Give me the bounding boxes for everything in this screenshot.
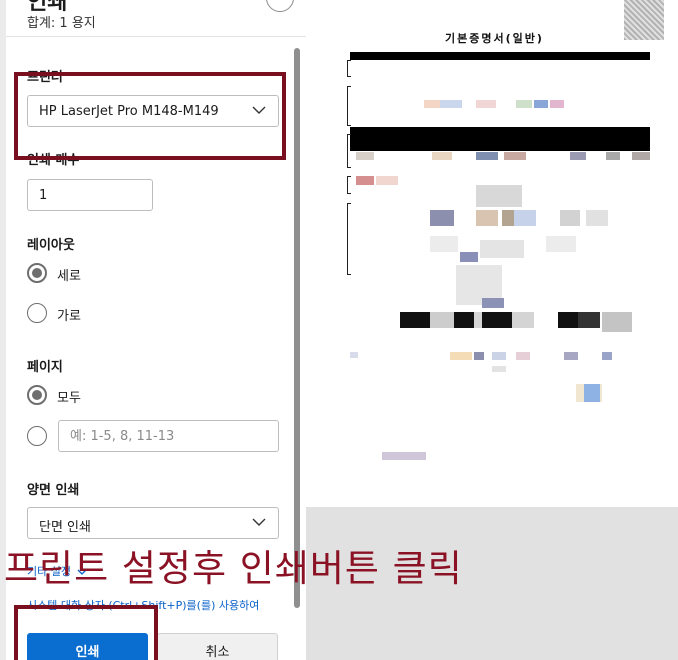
pixel-block <box>430 236 458 252</box>
table-bracket <box>347 60 351 77</box>
pixel-block <box>558 312 578 328</box>
pages-all-radio[interactable] <box>27 385 47 405</box>
copies-field[interactable] <box>27 179 153 211</box>
pixel-block <box>356 152 374 160</box>
pixel-block <box>440 100 462 108</box>
pixel-block <box>382 452 426 460</box>
pixel-block <box>482 312 512 328</box>
pixel-block <box>356 176 374 185</box>
pages-custom-radio[interactable] <box>27 426 47 446</box>
pixel-block <box>482 298 504 308</box>
preview-page: 기본증명서(일반) <box>306 0 678 507</box>
pixel-block <box>516 100 532 108</box>
layout-portrait-label: 세로 <box>57 269 81 284</box>
pixel-block <box>606 152 620 160</box>
pixel-block <box>586 210 608 226</box>
pixel-block <box>546 236 576 252</box>
pixel-block <box>432 152 452 160</box>
pixel-block <box>502 210 514 226</box>
pixel-block <box>450 352 472 360</box>
pixel-block <box>476 210 498 226</box>
pixel-block <box>376 176 398 185</box>
layout-landscape-label: 가로 <box>57 309 81 324</box>
chevron-down-icon <box>252 518 266 526</box>
pixel-block <box>514 210 536 226</box>
pixel-block <box>584 384 600 402</box>
pages-range-field[interactable] <box>58 420 279 452</box>
pixel-block <box>602 312 632 332</box>
table-bracket <box>347 203 351 275</box>
document-title: 기본증명서(일반) <box>445 32 544 45</box>
pixel-block <box>570 152 586 160</box>
redaction-bar <box>350 127 650 151</box>
pixel-block <box>564 352 578 360</box>
annotation-text: 프린트 설정후 인쇄버튼 클릭 <box>4 547 463 590</box>
qr-code-icon <box>624 0 664 40</box>
pixel-block <box>480 240 524 258</box>
duplex-select[interactable]: 단면 인쇄 <box>27 507 279 539</box>
pixel-block <box>476 152 498 160</box>
pixel-block <box>430 210 454 226</box>
table-bracket <box>347 134 351 168</box>
pixel-block <box>474 312 482 328</box>
pixel-block <box>400 312 430 328</box>
pixel-block <box>516 352 530 360</box>
pixel-block <box>430 312 454 328</box>
table-bracket <box>347 86 351 126</box>
pages-range-input[interactable] <box>59 421 278 451</box>
total-sheets: 합계: 1 용지 <box>27 16 96 31</box>
duplex-select-value: 단면 인쇄 <box>39 520 91 535</box>
pixel-block <box>504 152 526 160</box>
pixel-block <box>560 210 580 226</box>
pixel-block <box>474 352 484 360</box>
pixel-block <box>476 185 522 207</box>
duplex-label: 양면 인쇄 <box>27 483 80 498</box>
pixel-block <box>492 352 506 360</box>
pages-label: 페이지 <box>27 360 63 375</box>
pixel-block <box>454 312 474 328</box>
pixel-block <box>602 352 612 360</box>
layout-portrait-radio[interactable] <box>27 263 47 283</box>
layout-label: 레이아웃 <box>27 238 75 253</box>
cancel-button[interactable]: 취소 <box>157 633 278 660</box>
pixel-block <box>632 152 650 160</box>
pixel-block <box>476 100 496 108</box>
pixel-block <box>550 100 564 108</box>
annotation-box-printer <box>14 72 286 160</box>
pixel-block <box>424 100 440 108</box>
pixel-block <box>492 366 506 372</box>
layout-landscape-radio[interactable] <box>27 303 47 323</box>
redaction-bar <box>350 52 650 60</box>
panel-scrollbar[interactable] <box>294 48 300 608</box>
pixel-block <box>350 352 358 358</box>
copies-input[interactable] <box>28 180 152 210</box>
pixel-block <box>460 252 478 262</box>
help-icon[interactable] <box>266 0 294 12</box>
pixel-block <box>534 100 548 108</box>
annotation-box-print-button <box>14 605 158 660</box>
pages-all-label: 모두 <box>57 391 81 406</box>
table-bracket <box>347 176 351 194</box>
pixel-block <box>512 312 534 328</box>
header-divider <box>6 36 306 37</box>
pixel-block <box>578 312 600 328</box>
